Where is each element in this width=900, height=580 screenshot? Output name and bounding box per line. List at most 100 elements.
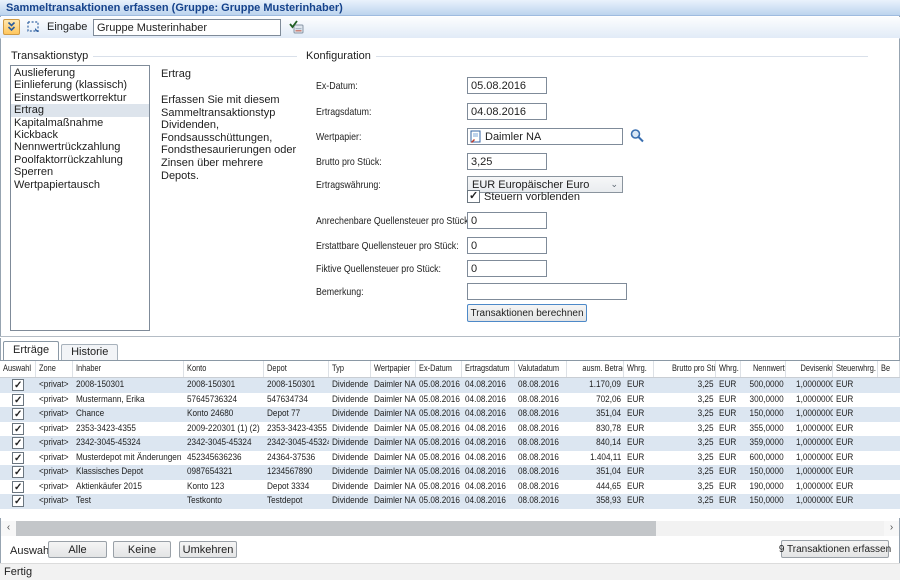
auswahl-cell (0, 466, 36, 478)
table-row[interactable]: <privat>ChanceKonto 24680Depot 77Dividen… (0, 407, 900, 422)
table-cell: 1,00000000 (786, 393, 833, 408)
table-cell: Mustermann, Erika (73, 393, 184, 408)
table-row[interactable]: <privat>2342-3045-453242342-3045-4532423… (0, 436, 900, 451)
table-row[interactable]: <privat>2353-3423-43552009-220301 (1) (2… (0, 422, 900, 437)
row-checkbox[interactable] (12, 379, 24, 391)
scrollbar-thumb[interactable] (16, 521, 656, 536)
table-row[interactable]: <privat>TestTestkontoTestdepotDividendeD… (0, 494, 900, 509)
fiktive-input[interactable] (467, 260, 547, 277)
table-cell: EUR (716, 422, 741, 437)
column-header[interactable]: Wertpapier (371, 361, 416, 377)
checklist-icon[interactable] (288, 19, 305, 35)
table-cell: 05.08.2016 (416, 393, 462, 408)
transaktionen-erfassen-button[interactable]: 9 Transaktionen erfassen (781, 540, 889, 558)
steuern-checkbox[interactable] (467, 190, 480, 203)
table-cell: 150,0000 (741, 465, 786, 480)
table-cell: 351,04 (567, 407, 624, 422)
wertpapier-field[interactable]: Daimler NA (467, 128, 623, 145)
column-header[interactable]: Auswahl (0, 361, 36, 377)
transaktionstyp-option[interactable]: Einlieferung (klassisch) (11, 79, 149, 91)
column-header[interactable]: Devisenkurs (786, 361, 833, 377)
row-checkbox[interactable] (12, 423, 24, 435)
ertragsdatum-input[interactable] (467, 103, 547, 120)
transaktionstyp-option[interactable]: Wertpapiertausch (11, 179, 149, 191)
column-header[interactable]: Steuerwhrg. (833, 361, 878, 377)
waehrung-label: Ertragswährung: (316, 179, 381, 191)
table-cell: EUR (833, 451, 878, 466)
transaktionstyp-option[interactable]: Auslieferung (11, 67, 149, 79)
transaktionstyp-option[interactable]: Kickback (11, 129, 149, 141)
column-header[interactable]: Ertragsdatum (462, 361, 515, 377)
table-row[interactable]: <privat>Aktienkäufer 2015Konto 123Depot … (0, 480, 900, 495)
keine-button[interactable]: Keine (113, 541, 171, 558)
transaktionen-berechnen-button[interactable]: Transaktionen berechnen (467, 304, 587, 322)
row-checkbox[interactable] (12, 495, 24, 507)
table-row[interactable]: <privat>Musterdepot mit Änderungen452345… (0, 451, 900, 466)
selection-rectangle-icon[interactable] (25, 19, 42, 35)
anrechenbare-input[interactable] (467, 212, 547, 229)
table-cell: <privat> (36, 422, 73, 437)
alle-button[interactable]: Alle (48, 541, 107, 558)
table-cell: 351,04 (567, 465, 624, 480)
column-header[interactable]: Konto (184, 361, 264, 377)
row-checkbox[interactable] (12, 481, 24, 493)
scroll-right-icon[interactable]: › (884, 521, 899, 536)
column-header[interactable]: Be (878, 361, 900, 377)
column-header[interactable]: Valutadatum (515, 361, 567, 377)
column-header[interactable]: Brutto pro Stück (654, 361, 716, 377)
horizontal-scrollbar[interactable]: ‹ › (1, 521, 899, 536)
table-cell: Konto 24680 (184, 407, 264, 422)
transaktionstyp-list[interactable]: AuslieferungEinlieferung (klassisch)Eins… (10, 65, 150, 331)
table-cell: 24364-37536 (264, 451, 329, 466)
scroll-left-icon[interactable]: ‹ (1, 521, 16, 536)
group-divider (376, 56, 868, 57)
group-divider (93, 56, 297, 57)
umkehren-button[interactable]: Umkehren (179, 541, 237, 558)
column-header[interactable]: Zone (36, 361, 73, 377)
row-checkbox[interactable] (12, 437, 24, 449)
row-checkbox[interactable] (12, 466, 24, 478)
table-cell: 08.08.2016 (515, 407, 567, 422)
column-header[interactable]: Depot (264, 361, 329, 377)
row-checkbox[interactable] (12, 408, 24, 420)
table-cell (878, 378, 900, 393)
table-row[interactable]: <privat>Mustermann, Erika576457363245476… (0, 393, 900, 408)
transaktionstyp-option[interactable]: Ertrag (11, 104, 149, 116)
transaktionstyp-option[interactable]: Kapitalmaßnahme (11, 117, 149, 129)
bemerkung-input[interactable] (467, 283, 627, 300)
column-header[interactable]: Nennwert (741, 361, 786, 377)
column-header[interactable]: Whrg. (716, 361, 741, 377)
column-header[interactable]: Ex-Datum (416, 361, 462, 377)
transaktionstyp-option[interactable]: Einstandswertkorrektur (11, 92, 149, 104)
transaktionstyp-option[interactable]: Poolfaktorrückzahlung (11, 154, 149, 166)
column-header[interactable]: Typ (329, 361, 371, 377)
ex-datum-input[interactable] (467, 77, 547, 94)
table-row[interactable]: <privat>Klassisches Depot098765432112345… (0, 465, 900, 480)
group-input[interactable] (93, 19, 281, 36)
row-checkbox[interactable] (12, 394, 24, 406)
table-cell: 355,0000 (741, 422, 786, 437)
erstattbare-input[interactable] (467, 237, 547, 254)
table-cell: EUR (716, 494, 741, 509)
transaktionstyp-option[interactable]: Sperren (11, 166, 149, 178)
steuern-checkbox-row: Steuern vorblenden (467, 190, 580, 203)
column-header[interactable]: Whrg. (624, 361, 654, 377)
type-detail-title: Ertrag (161, 68, 191, 80)
double-chevron-down-icon[interactable] (3, 19, 20, 35)
transaktionstyp-option[interactable]: Nennwertrückzahlung (11, 141, 149, 153)
brutto-input[interactable] (467, 153, 547, 170)
table-cell: EUR (624, 436, 654, 451)
auswahl-cell (0, 481, 36, 493)
table-cell: Depot 77 (264, 407, 329, 422)
column-header[interactable]: Inhaber (73, 361, 184, 377)
column-header[interactable]: ausm. Betrag (567, 361, 624, 377)
table-cell: Chance (73, 407, 184, 422)
table-cell: 05.08.2016 (416, 407, 462, 422)
table-row[interactable]: <privat>2008-1503012008-1503012008-15030… (0, 378, 900, 393)
tab-historie[interactable]: Historie (61, 344, 118, 360)
table-cell: 150,0000 (741, 407, 786, 422)
magnifier-icon[interactable] (629, 128, 645, 144)
table-cell: 05.08.2016 (416, 451, 462, 466)
row-checkbox[interactable] (12, 452, 24, 464)
tab-ertraege[interactable]: Erträge (3, 341, 59, 360)
